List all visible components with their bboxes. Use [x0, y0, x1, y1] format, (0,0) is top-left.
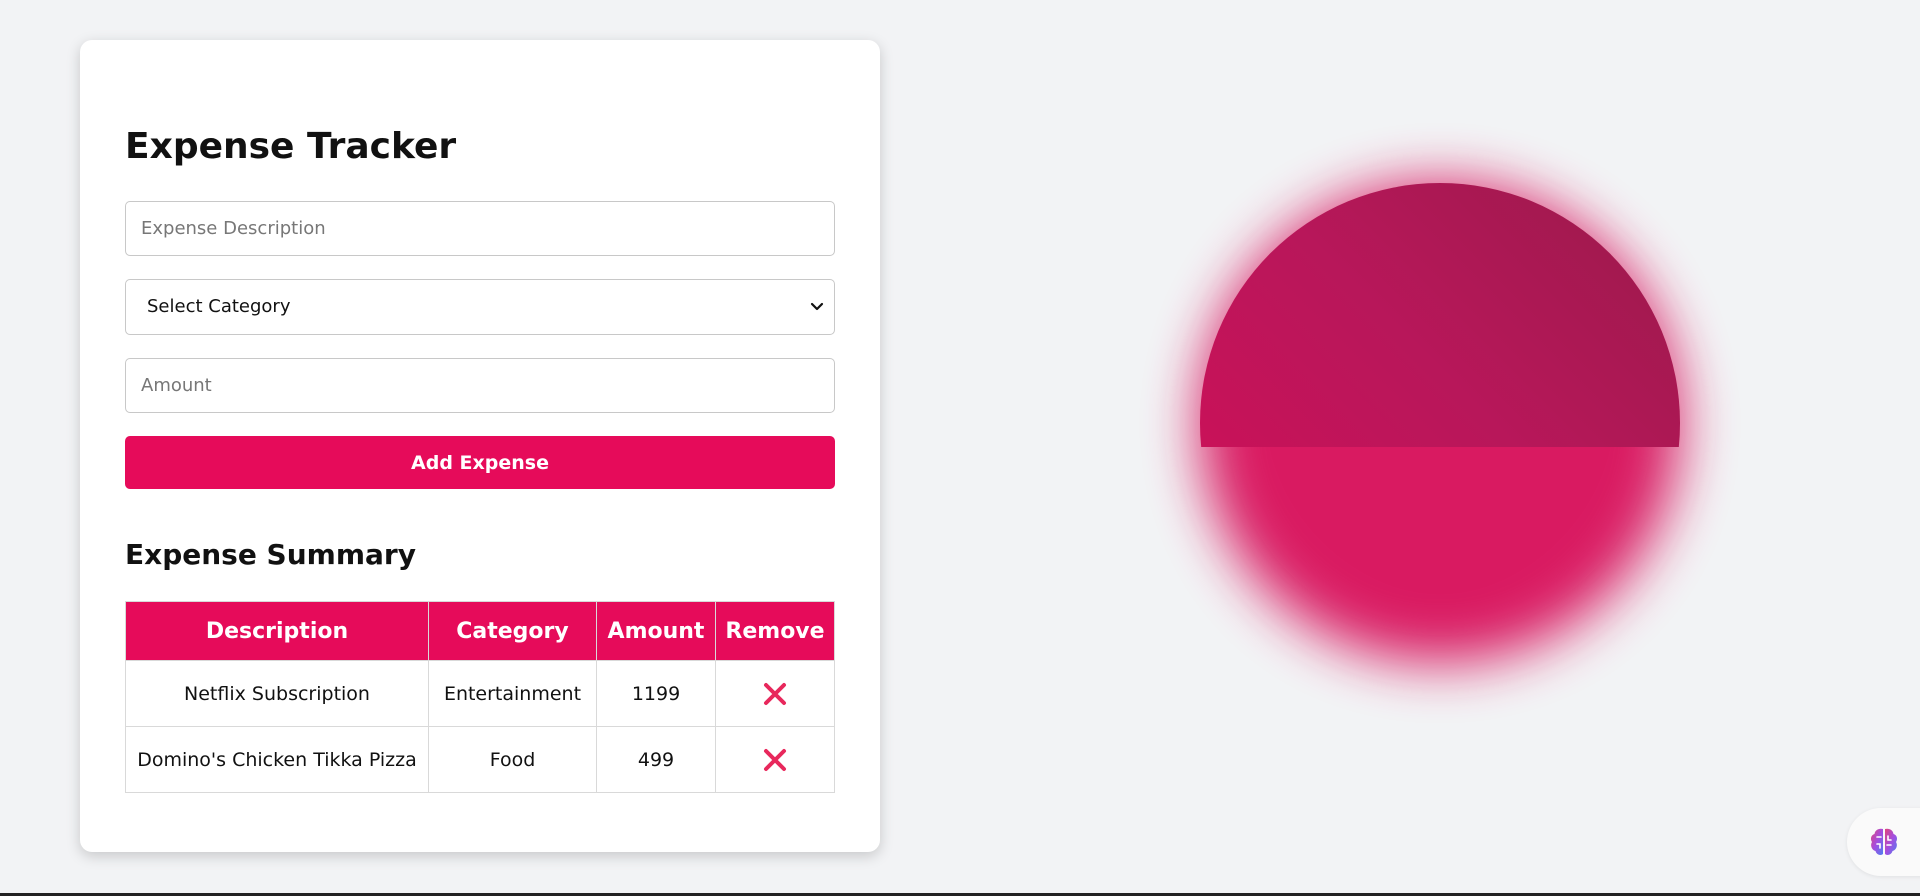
column-header-remove: Remove [715, 601, 835, 661]
row-remove-cell [715, 660, 835, 727]
remove-button[interactable] [761, 746, 789, 774]
category-select[interactable]: Select Category [125, 279, 835, 335]
expense-table: Description Category Amount Remove Netfl… [125, 601, 835, 793]
decorative-blob [1100, 100, 1800, 447]
chevron-down-icon [810, 302, 824, 311]
page-title: Expense Tracker [125, 126, 457, 167]
helper-widget-button[interactable] [1847, 808, 1920, 876]
column-header-description: Description [125, 601, 429, 661]
row-description: Domino's Chicken Tikka Pizza [125, 726, 429, 793]
row-amount: 1199 [596, 660, 716, 727]
amount-input[interactable] [125, 358, 835, 413]
column-header-amount: Amount [596, 601, 716, 661]
category-select-value: Select Category [147, 296, 291, 317]
column-header-category: Category [428, 601, 597, 661]
brain-icon [1870, 828, 1898, 855]
add-expense-button[interactable]: Add Expense [125, 436, 835, 489]
row-category: Food [428, 726, 597, 793]
table-row: Netflix Subscription Entertainment 1199 [125, 660, 835, 727]
row-amount: 499 [596, 726, 716, 793]
expense-description-input[interactable] [125, 201, 835, 256]
summary-title: Expense Summary [125, 538, 416, 571]
table-row: Domino's Chicken Tikka Pizza Food 499 [125, 726, 835, 793]
close-icon [764, 748, 786, 771]
close-icon [764, 682, 786, 705]
row-category: Entertainment [428, 660, 597, 727]
remove-button[interactable] [761, 680, 789, 708]
row-description: Netflix Subscription [125, 660, 429, 727]
table-header-row: Description Category Amount Remove [125, 601, 835, 661]
expense-card: Expense Tracker Select Category Add Expe… [80, 40, 880, 852]
row-remove-cell [715, 726, 835, 793]
page: Expense Tracker Select Category Add Expe… [0, 0, 1920, 896]
decorative-blob-sharp [1200, 183, 1680, 447]
